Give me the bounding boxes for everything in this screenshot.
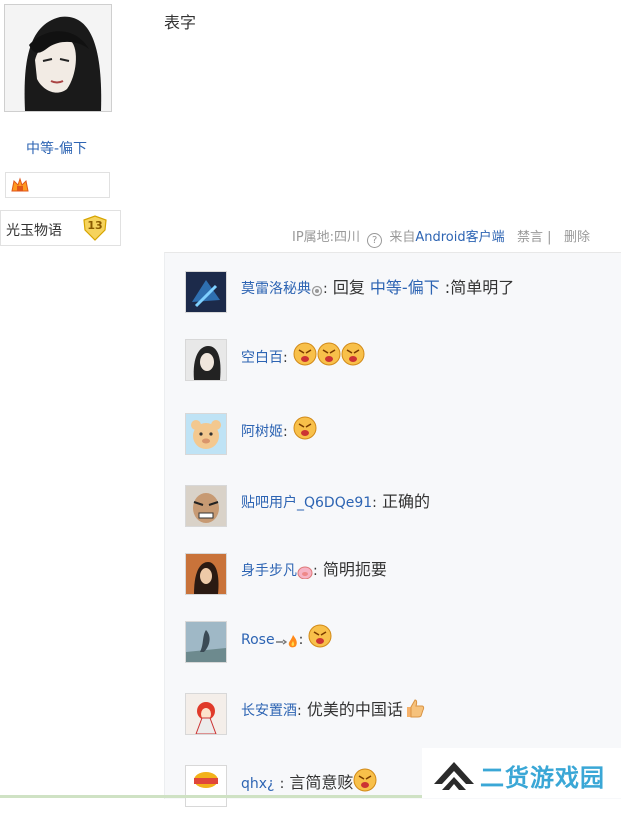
reply-prefix: 回复 [332,278,365,297]
comment-user[interactable]: 阿树姬 [241,424,283,440]
ring-icon [311,282,323,301]
comment-body: Rose: [241,624,332,652]
delete-link[interactable]: 删除 [564,230,590,245]
angry-face-emoji-icon [308,624,332,652]
site-watermark: 二货游戏园 [422,748,621,798]
angry-face-emoji-icon [317,342,341,370]
comment-body: 贴吧用户_Q6DQe91: 正确的 [241,488,430,512]
comment-user[interactable]: 贴吧用户_Q6DQe91 [241,495,372,511]
comment-sep: : [298,632,304,648]
post-content: 表字 [164,13,197,32]
reply-target[interactable]: 中等-偏下 [370,278,440,297]
comment-item: 空白百: [185,339,615,387]
comment-user[interactable]: 莫雷洛秘典 [241,281,311,297]
comment-body: 空白百: [241,342,365,370]
watermark-logo-icon [432,756,476,794]
ban-link[interactable]: 禁言 | [517,230,552,245]
angry-face-emoji-icon [353,768,377,796]
ip-location: IP属地:四川 [292,230,361,245]
thumbs-up-emoji-icon [403,697,425,723]
forum-level-box[interactable]: 光玉物语 13 [0,210,121,246]
author-name[interactable]: 中等-偏下 [26,138,87,158]
fire-badge-icon[interactable] [10,177,30,197]
comment-item: 身手步凡: 简明扼要 [185,553,615,601]
comment-sep: : [279,776,285,792]
comment-body: 长安置酒: 优美的中国话 [241,696,425,723]
comment-body: qhx¿ : 言简意赅 [241,768,377,796]
comment-user[interactable]: 空白百 [241,350,283,366]
angry-face-emoji-icon [341,342,365,370]
hand-pointing-icon [275,633,287,652]
comment-item: 阿树姬: [185,413,615,461]
comment-body: 身手步凡: 简明扼要 [241,556,387,583]
comment-body: 莫雷洛秘典: 回复 中等-偏下 :简单明了 [241,274,514,301]
help-icon[interactable]: ? [367,233,383,248]
comment-sep: : [372,495,377,511]
comment-sep: : [283,350,288,366]
comment-user[interactable]: Rose [241,632,275,648]
comment-user[interactable]: 身手步凡 [241,563,297,579]
comment-text: 优美的中国话 [306,700,403,719]
comment-user[interactable]: 长安置酒 [241,703,297,719]
comment-sep: : [323,281,328,297]
comment-avatar[interactable] [185,339,227,381]
comment-avatar[interactable] [185,765,227,807]
comment-item: Rose: [185,621,615,669]
level-number: 13 [87,219,103,232]
comment-avatar[interactable] [185,621,227,663]
comment-text: :简单明了 [444,278,515,297]
comment-body: 阿树姬: [241,416,317,444]
comment-text: 言简意赅 [289,773,354,792]
author-column: 中等-偏下 光玉物语 13 [0,0,140,798]
comment-avatar[interactable] [185,413,227,455]
angry-face-emoji-icon [293,416,317,444]
comment-sep: : [313,563,318,579]
author-badge-box [5,172,110,198]
comment-user[interactable]: qhx¿ [241,776,274,792]
comment-text: 正确的 [381,492,430,511]
forum-label: 光玉物语 [6,223,62,239]
post-meta: IP属地:四川 ? 来自Android客户端 禁言 | 删除 [292,226,590,248]
comment-item: 长安置酒: 优美的中国话 [185,693,615,741]
comments-panel: 莫雷洛秘典: 回复 中等-偏下 :简单明了 空白百: 阿树姬: 贴吧用户_Q6D… [164,252,621,807]
comment-avatar[interactable] [185,553,227,595]
comment-sep: : [283,424,288,440]
source-link[interactable]: Android客户端 [415,230,504,245]
comment-item: 莫雷洛秘典: 回复 中等-偏下 :简单明了 [185,271,615,319]
comment-avatar[interactable] [185,485,227,527]
level-badge-icon: 13 [81,214,109,242]
comment-avatar[interactable] [185,271,227,313]
source-prefix: 来自 [389,230,416,245]
angry-face-emoji-icon [293,342,317,370]
comment-avatar[interactable] [185,693,227,735]
comment-sep: : [297,703,302,719]
fire-icon [287,633,299,652]
author-avatar[interactable] [4,4,112,112]
comment-item: 贴吧用户_Q6DQe91: 正确的 [185,485,615,533]
pig-face-icon [297,564,313,583]
comment-text: 简明扼要 [322,560,387,579]
watermark-text: 二货游戏园 [480,764,605,792]
